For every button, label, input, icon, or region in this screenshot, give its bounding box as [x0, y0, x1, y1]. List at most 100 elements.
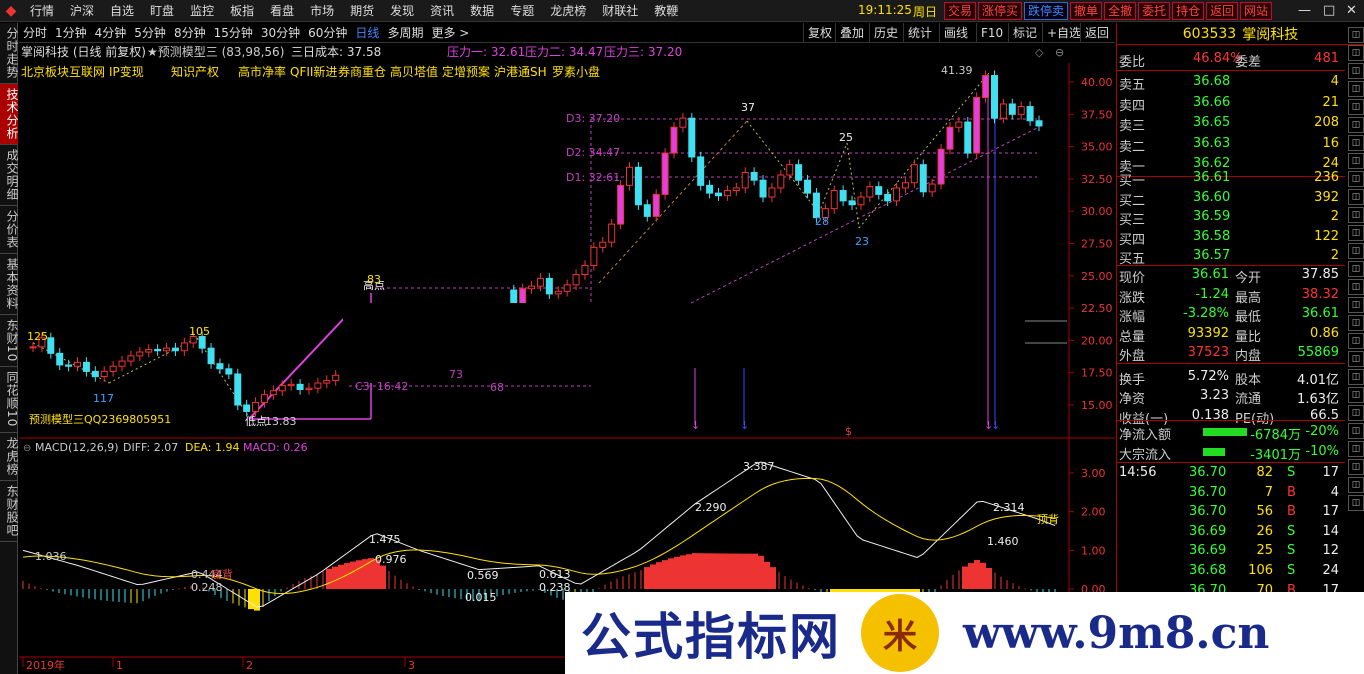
menu-item[interactable]: 盯盘	[142, 2, 182, 19]
toolbar-button[interactable]: 统计	[903, 23, 936, 43]
concept-tag[interactable]: IP变现	[109, 64, 144, 79]
toolbar-button[interactable]: 返回	[1080, 23, 1113, 43]
menu-item[interactable]: 财联社	[594, 2, 646, 19]
side-tool-icon[interactable]: ◫	[1348, 297, 1364, 313]
concept-tag[interactable]: 罗素小盘	[552, 64, 600, 79]
side-tool-icon[interactable]: ◫	[1348, 81, 1364, 97]
period-tab[interactable]: 多周期	[383, 24, 427, 41]
toolbar-button[interactable]: F10	[976, 23, 1007, 43]
macd-collapse-icon[interactable]: ⊖	[23, 443, 31, 454]
side-tool-icon[interactable]: ◫	[1348, 27, 1364, 43]
side-tool-icon[interactable]: ◫	[1348, 261, 1364, 277]
concept-tag[interactable]: QFII新进	[290, 64, 337, 79]
menu-item[interactable]: 监控	[182, 2, 222, 19]
side-tool-icon[interactable]: ◫	[1348, 99, 1364, 115]
toolbar-button[interactable]: 复权	[803, 23, 836, 43]
chart-diamond-icon[interactable]: ◇	[1035, 46, 1044, 59]
period-tab[interactable]: 1分钟	[51, 24, 91, 41]
side-tool-icon[interactable]: ◫	[1348, 369, 1364, 385]
concept-tag[interactable]: 高市净率	[238, 64, 286, 79]
period-tab[interactable]: 日线	[351, 24, 383, 41]
side-tool-icon[interactable]: ◫	[1348, 279, 1364, 295]
side-tool-icon[interactable]: ◫	[1348, 477, 1364, 493]
quick-button[interactable]: 持仓	[1172, 2, 1205, 20]
menu-item[interactable]: 数据	[462, 2, 502, 19]
period-tab[interactable]: 5分钟	[130, 24, 170, 41]
left-tab[interactable]: 东财10	[0, 315, 19, 368]
quick-button[interactable]: 撤单	[1070, 2, 1103, 20]
side-tool-icon[interactable]: ◫	[1348, 153, 1364, 169]
side-tool-icon[interactable]: ◫	[1348, 189, 1364, 205]
side-tool-icon[interactable]: ◫	[1348, 351, 1364, 367]
period-tab[interactable]: 15分钟	[210, 24, 257, 41]
concept-tag[interactable]: 互联网	[69, 65, 105, 79]
minimize-icon[interactable]: —	[1298, 3, 1311, 18]
toolbar-button[interactable]: 标记	[1008, 23, 1041, 43]
period-tab[interactable]: 30分钟	[257, 24, 304, 41]
close-icon[interactable]: ✕	[1346, 3, 1357, 18]
menu-item[interactable]: 板指	[222, 2, 262, 19]
concept-tag[interactable]: 券商重仓	[338, 64, 386, 79]
left-tab[interactable]: 基本资料	[0, 254, 19, 315]
side-tool-icon[interactable]: ◫	[1348, 441, 1364, 457]
side-tool-icon[interactable]: ◫	[1348, 171, 1364, 187]
menu-item[interactable]: 看盘	[262, 2, 302, 19]
quick-button[interactable]: 涨停买	[978, 2, 1023, 20]
left-tab[interactable]: 东财股吧	[0, 481, 19, 542]
left-tab[interactable]: 同花顺10	[0, 367, 19, 433]
left-tab[interactable]: 分时走势	[0, 23, 19, 84]
concept-tag[interactable]: 沪港通SH	[494, 65, 547, 79]
kline-chart[interactable]: 掌阅科技 (日线 前复权) ★预测模型三 (83,98,56) 三日成本: 37…	[19, 43, 1115, 674]
left-tab[interactable]: 技术分析	[0, 84, 19, 145]
menu-item[interactable]: 教鞭	[646, 2, 686, 19]
period-tab[interactable]: 60分钟	[304, 24, 351, 41]
side-tool-icon[interactable]: ◫	[1348, 225, 1364, 241]
quick-button[interactable]: 跌停卖	[1024, 2, 1069, 20]
quick-button[interactable]: 返回	[1206, 2, 1239, 20]
menu-item[interactable]: 龙虎榜	[542, 2, 594, 19]
toolbar-button[interactable]: 叠加	[835, 23, 868, 43]
quick-button[interactable]: 委托	[1138, 2, 1171, 20]
period-tab[interactable]: 更多 >	[427, 24, 473, 41]
menu-item[interactable]: 发现	[382, 2, 422, 19]
side-tool-icon[interactable]: ◫	[1348, 243, 1364, 259]
indicator-name[interactable]: ★预测模型三 (83,98,56)	[147, 45, 284, 59]
side-tool-icon[interactable]: ◫	[1348, 135, 1364, 151]
side-tool-icon[interactable]: ◫	[1348, 423, 1364, 439]
menu-item[interactable]: 期货	[342, 2, 382, 19]
quick-button[interactable]: 全撤	[1104, 2, 1137, 20]
chart-collapse-icon[interactable]: ⊖	[1055, 46, 1064, 59]
menu-item[interactable]: 自选	[102, 2, 142, 19]
quick-button[interactable]: 交易	[944, 2, 977, 20]
maximize-icon[interactable]: □	[1323, 3, 1335, 18]
menu-item[interactable]: 市场	[302, 2, 342, 19]
side-tool-icon[interactable]: ◫	[1348, 45, 1364, 61]
side-tool-icon[interactable]: ◫	[1348, 459, 1364, 475]
period-tab[interactable]: 8分钟	[170, 24, 210, 41]
concept-tag[interactable]: 高贝塔值	[390, 64, 438, 79]
side-tool-icon[interactable]: ◫	[1348, 387, 1364, 403]
left-tab[interactable]: 分价表	[0, 206, 19, 254]
quick-button[interactable]: 网站	[1240, 2, 1273, 20]
menu-item[interactable]: 资讯	[422, 2, 462, 19]
left-tab[interactable]: 龙虎榜	[0, 433, 19, 481]
concept-tag[interactable]: 北京板块	[21, 65, 69, 79]
menu-item[interactable]: 沪深	[62, 2, 102, 19]
toolbar-button[interactable]: 历史	[869, 23, 902, 43]
menu-item[interactable]: 专题	[502, 2, 542, 19]
side-tool-icon[interactable]: ◫	[1348, 495, 1364, 511]
side-tool-icon[interactable]: ◫	[1348, 117, 1364, 133]
side-tool-icon[interactable]: ◫	[1348, 315, 1364, 331]
concept-tag[interactable]: 定增预案	[442, 64, 490, 79]
toolbar-button[interactable]: 画线	[939, 23, 972, 43]
menu-item[interactable]: 行情	[22, 2, 62, 19]
macd-name[interactable]: MACD(12,26,9)	[35, 441, 119, 454]
side-tool-icon[interactable]: ◫	[1348, 405, 1364, 421]
left-tab[interactable]: 成交明细	[0, 145, 19, 206]
side-tool-icon[interactable]: ◫	[1348, 63, 1364, 79]
period-tab[interactable]: 分时	[19, 24, 51, 41]
side-tool-icon[interactable]: ◫	[1348, 333, 1364, 349]
toolbar-button[interactable]: +自选	[1042, 23, 1085, 43]
side-tool-icon[interactable]: ◫	[1348, 207, 1364, 223]
concept-tag[interactable]: 知识产权	[171, 65, 219, 79]
